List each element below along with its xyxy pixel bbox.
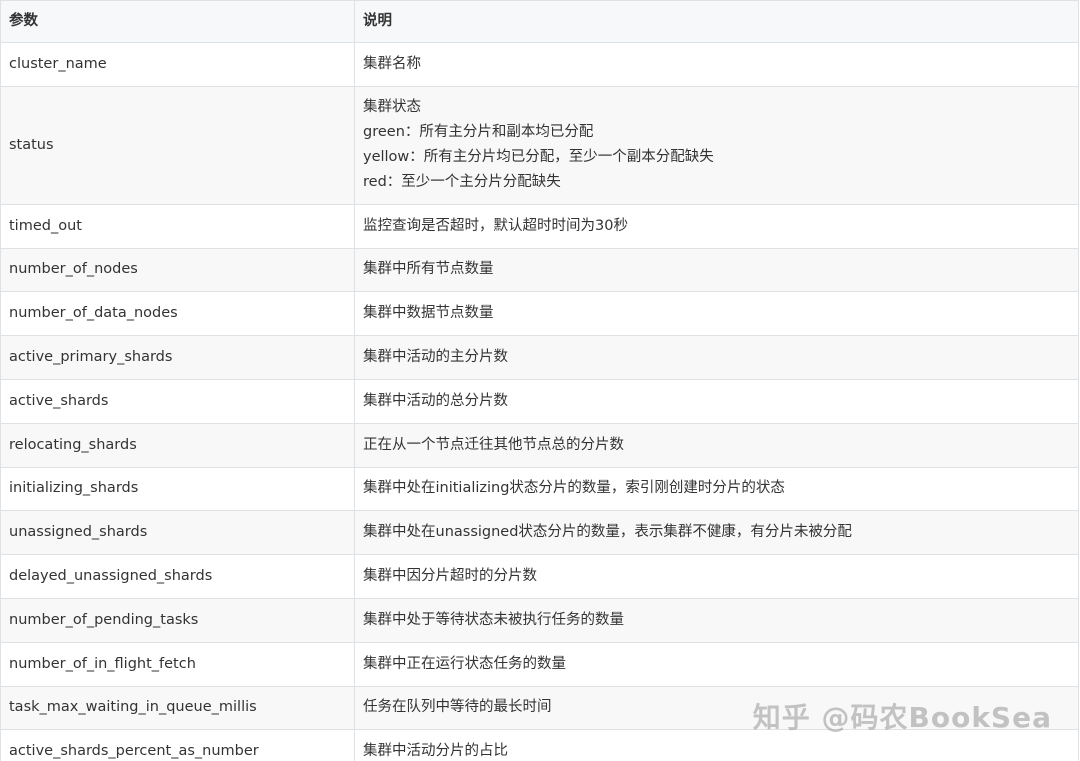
table-row: relocating_shards 正在从一个节点迁往其他节点总的分片数 xyxy=(0,422,1079,468)
desc-line: 监控查询是否超时，默认超时时间为30秒 xyxy=(363,217,628,234)
desc-line: 集群中活动分片的占比 xyxy=(363,743,508,760)
desc-cell: 集群中正在运行状态任务的数量 xyxy=(354,641,1079,687)
desc-line: 集群中正在运行状态任务的数量 xyxy=(363,655,566,672)
param-cell: delayed_unassigned_shards xyxy=(0,554,355,599)
table-row: status 集群状态 green：所有主分片和副本均已分配 yellow：所有… xyxy=(0,85,1079,205)
param-cell: cluster_name xyxy=(0,42,355,87)
param-cell: number_of_nodes xyxy=(0,247,355,293)
desc-cell: 集群中处在unassigned状态分片的数量，表示集群不健康，有分片未被分配 xyxy=(354,510,1079,556)
param-cell: relocating_shards xyxy=(0,422,355,468)
desc-line: 集群中活动的主分片数 xyxy=(363,349,508,366)
table-row: task_max_waiting_in_queue_millis 任务在队列中等… xyxy=(0,685,1079,731)
desc-line: yellow：所有主分片均已分配，至少一个副本分配缺失 xyxy=(363,149,714,166)
desc-cell: 集群中所有节点数量 xyxy=(354,247,1079,293)
desc-cell: 集群中数据节点数量 xyxy=(354,291,1079,337)
desc-line: 集群状态 xyxy=(363,99,421,116)
desc-cell: 集群中处于等待状态未被执行任务的数量 xyxy=(354,597,1079,643)
desc-cell: 任务在队列中等待的最长时间 xyxy=(354,685,1079,731)
desc-cell: 正在从一个节点迁往其他节点总的分片数 xyxy=(354,422,1079,468)
param-cell: timed_out xyxy=(0,203,355,249)
table-row: active_shards_percent_as_number 集群中活动分片的… xyxy=(0,729,1079,761)
desc-line: 集群中数据节点数量 xyxy=(363,305,494,322)
desc-line: 集群中处在initializing状态分片的数量，索引刚创建时分片的状态 xyxy=(363,480,785,497)
table-row: unassigned_shards 集群中处在unassigned状态分片的数量… xyxy=(0,510,1079,556)
desc-line: 集群中所有节点数量 xyxy=(363,261,494,278)
param-cell: unassigned_shards xyxy=(0,510,355,556)
param-cell: initializing_shards xyxy=(0,466,355,512)
table-row: number_of_data_nodes 集群中数据节点数量 xyxy=(0,291,1079,337)
desc-line: 集群中处于等待状态未被执行任务的数量 xyxy=(363,611,624,628)
desc-cell: 集群中活动分片的占比 xyxy=(354,729,1079,761)
param-cell: status xyxy=(0,85,355,205)
parameter-table: 参数 说明 cluster_name 集群名称 status 集群状态 gree… xyxy=(0,0,1079,761)
table-row: delayed_unassigned_shards 集群中因分片超时的分片数 xyxy=(0,554,1079,599)
table-row: number_of_pending_tasks 集群中处于等待状态未被执行任务的… xyxy=(0,597,1079,643)
desc-line: 集群中处在unassigned状态分片的数量，表示集群不健康，有分片未被分配 xyxy=(363,524,852,541)
header-param: 参数 xyxy=(0,0,355,43)
param-cell: number_of_data_nodes xyxy=(0,291,355,337)
desc-line: 正在从一个节点迁往其他节点总的分片数 xyxy=(363,436,624,453)
desc-line: red：至少一个主分片分配缺失 xyxy=(363,174,561,191)
table-header-row: 参数 说明 xyxy=(0,0,1079,43)
table-row: active_shards 集群中活动的总分片数 xyxy=(0,378,1079,424)
desc-line: 集群名称 xyxy=(363,55,421,72)
table-row: timed_out 监控查询是否超时，默认超时时间为30秒 xyxy=(0,203,1079,249)
table-row: number_of_in_flight_fetch 集群中正在运行状态任务的数量 xyxy=(0,641,1079,687)
desc-cell: 集群中活动的主分片数 xyxy=(354,335,1079,380)
desc-cell: 集群中活动的总分片数 xyxy=(354,378,1079,424)
table-row: initializing_shards 集群中处在initializing状态分… xyxy=(0,466,1079,512)
desc-line: 集群中活动的总分片数 xyxy=(363,392,508,409)
desc-line: 任务在队列中等待的最长时间 xyxy=(363,699,552,716)
desc-cell: 集群中处在initializing状态分片的数量，索引刚创建时分片的状态 xyxy=(354,466,1079,512)
param-cell: active_shards xyxy=(0,378,355,424)
desc-line: green：所有主分片和副本均已分配 xyxy=(363,124,594,141)
param-cell: number_of_pending_tasks xyxy=(0,597,355,643)
desc-line: 集群中因分片超时的分片数 xyxy=(363,568,537,585)
table-row: number_of_nodes 集群中所有节点数量 xyxy=(0,247,1079,293)
table-row: cluster_name 集群名称 xyxy=(0,42,1079,87)
param-cell: active_primary_shards xyxy=(0,335,355,380)
param-cell: task_max_waiting_in_queue_millis xyxy=(0,685,355,731)
desc-cell: 监控查询是否超时，默认超时时间为30秒 xyxy=(354,203,1079,249)
desc-cell: 集群名称 xyxy=(354,42,1079,87)
desc-cell: 集群状态 green：所有主分片和副本均已分配 yellow：所有主分片均已分配… xyxy=(354,85,1079,205)
header-desc: 说明 xyxy=(354,0,1079,43)
param-cell: number_of_in_flight_fetch xyxy=(0,641,355,687)
desc-cell: 集群中因分片超时的分片数 xyxy=(354,554,1079,599)
table-row: active_primary_shards 集群中活动的主分片数 xyxy=(0,335,1079,380)
param-cell: active_shards_percent_as_number xyxy=(0,729,355,761)
